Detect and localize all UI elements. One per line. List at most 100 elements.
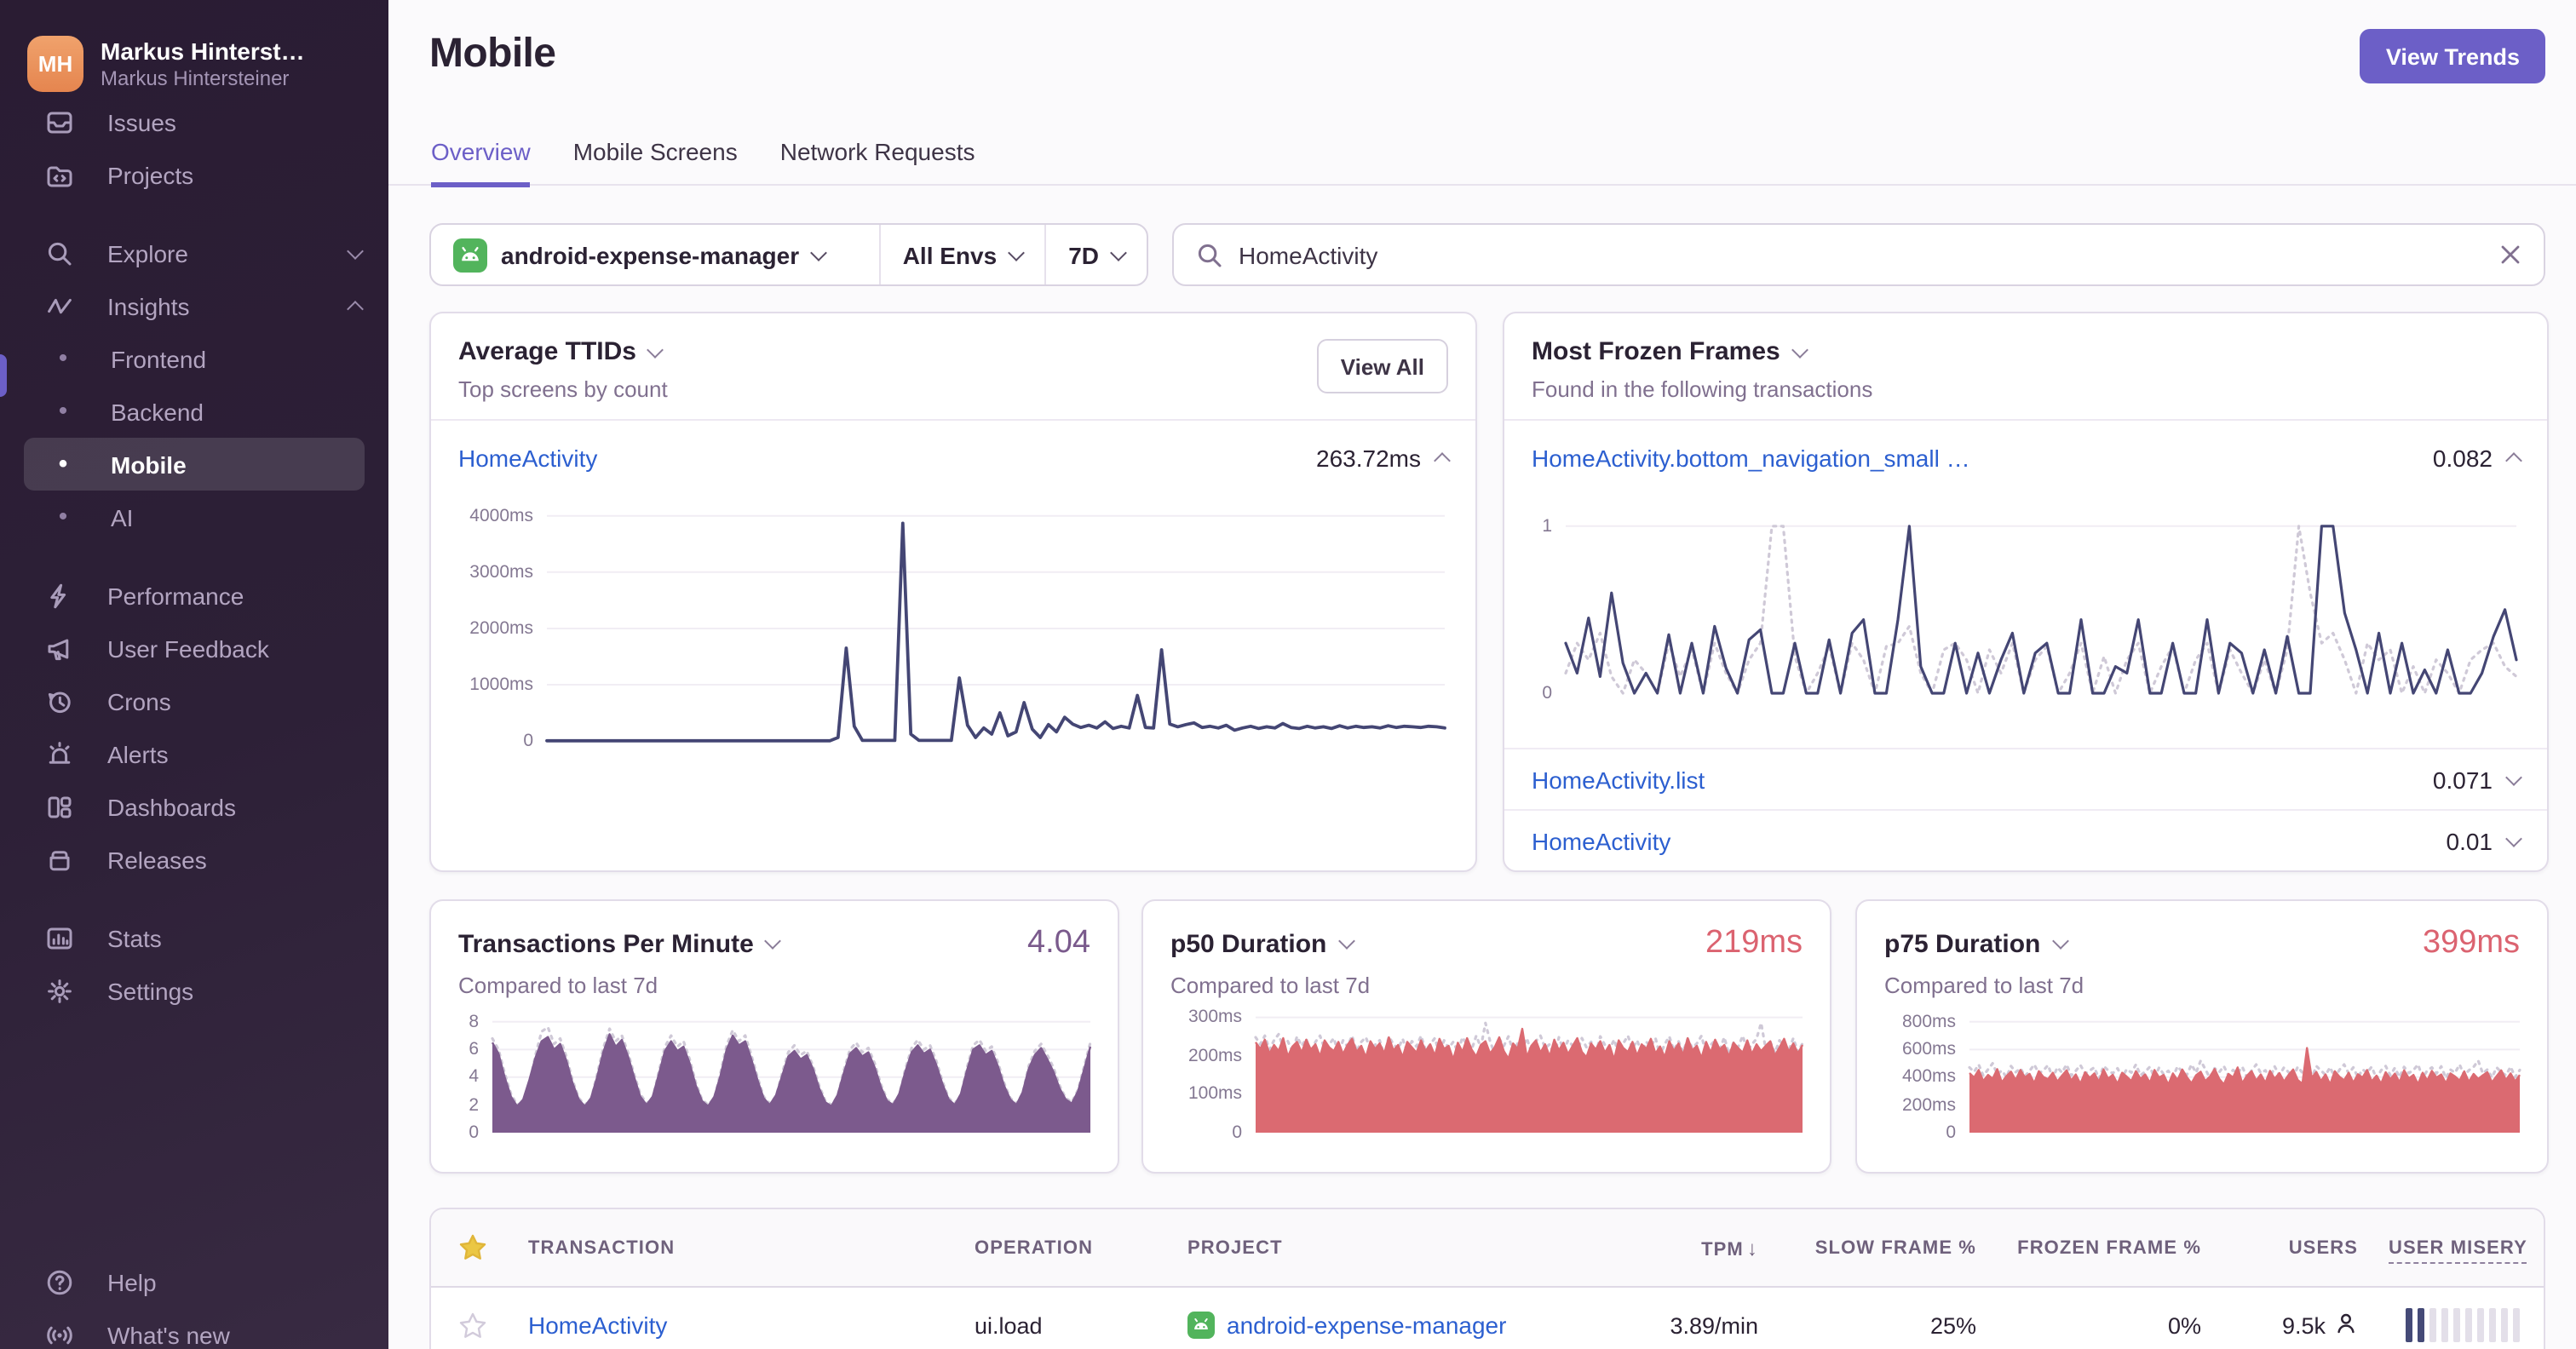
project-filter[interactable]: android-expense-manager [431, 225, 879, 284]
misery-bar [2429, 1308, 2436, 1342]
clear-search-icon[interactable] [2499, 244, 2521, 266]
card-title: p50 Duration [1170, 929, 1327, 958]
project-filter-value: android-expense-manager [501, 241, 800, 268]
chevron-down-icon[interactable] [1337, 933, 1355, 950]
misery-bar [2513, 1308, 2520, 1342]
sidebar-item-settings[interactable]: Settings [0, 964, 388, 1017]
chevron-down-icon[interactable] [2505, 829, 2522, 847]
card-subtitle: Compared to last 7d [1170, 973, 1371, 998]
card-title: Transactions Per Minute [458, 929, 754, 958]
search-input[interactable]: HomeActivity [1172, 223, 2545, 286]
metric-value: 263.72ms [1316, 445, 1421, 472]
transaction-link[interactable]: HomeActivity.bottom_navigation_small … [1532, 445, 1970, 472]
misery-bar [2441, 1308, 2448, 1342]
metric-value: 219ms [1705, 925, 1803, 961]
crons-icon [44, 686, 75, 716]
chevron-down-icon[interactable] [647, 341, 664, 358]
accordion-row[interactable]: HomeActivity 263.72ms [431, 421, 1475, 496]
chevron-down-icon [810, 244, 828, 261]
column-header-tpm[interactable]: TPM ↓ [1629, 1236, 1774, 1260]
sentry-app: MH Markus Hinterst… Markus Hintersteiner… [0, 0, 2576, 1349]
transaction-link[interactable]: HomeActivity [1532, 827, 1670, 854]
view-trends-button[interactable]: View Trends [2360, 29, 2545, 83]
sidebar-item-dashboards[interactable]: Dashboards [0, 780, 388, 833]
chevron-up-icon[interactable] [2505, 452, 2522, 469]
accordion-row[interactable]: HomeActivity.list 0.071 [1504, 748, 2547, 809]
column-header-project[interactable]: PROJECT [1172, 1237, 1629, 1258]
y-tick-label: 200ms [1187, 1045, 1242, 1066]
bullet-icon: • [58, 344, 68, 373]
chevron-down-icon[interactable] [2505, 768, 2522, 785]
environment-filter[interactable]: All Envs [881, 225, 1045, 284]
android-project-icon [1187, 1312, 1215, 1339]
chevron-down-icon[interactable] [2051, 933, 2069, 950]
sidebar-item-ai[interactable]: • AI [0, 491, 388, 543]
settings-icon [44, 975, 75, 1006]
chevron-down-icon[interactable] [1791, 341, 1808, 358]
sidebar-item-explore[interactable]: Explore [0, 227, 388, 279]
sidebar-item-label: Frontend [111, 345, 207, 372]
sidebar-item-mobile[interactable]: • Mobile [24, 438, 365, 491]
frozen-frame-cell: 0% [2167, 1312, 2201, 1338]
column-header-transaction[interactable]: TRANSACTION [513, 1237, 959, 1258]
y-tick-label: 1000ms [469, 674, 533, 695]
card-title: p75 Duration [1884, 929, 2041, 958]
help-icon [44, 1266, 75, 1297]
card-title: Average TTIDs [458, 337, 636, 366]
sidebar-item-issues[interactable]: Issues [0, 95, 388, 148]
y-tick-label: 6 [469, 1039, 479, 1060]
y-tick-label: 0 [523, 731, 533, 751]
transaction-link[interactable]: HomeActivity.list [1532, 766, 1705, 793]
misery-bar [2465, 1308, 2472, 1342]
column-header-slow-frame-[interactable]: SLOW FRAME % [1774, 1237, 1992, 1258]
transaction-link[interactable]: HomeActivity [528, 1312, 667, 1339]
sidebar-item-backend[interactable]: • Backend [0, 385, 388, 438]
sidebar-item-what-s-new[interactable]: What's new [0, 1308, 388, 1349]
y-tick-label: 0 [469, 1122, 479, 1143]
alerts-icon [44, 738, 75, 769]
sidebar-item-stats[interactable]: Stats [0, 911, 388, 964]
search-value: HomeActivity [1239, 241, 1378, 268]
ttid-chart: 4000ms 3000ms 2000ms 1000ms 0 [431, 499, 1475, 751]
table-row: HomeActivity ui.load android-expense-man… [431, 1288, 2544, 1349]
sidebar-footer: Help What's new [0, 1255, 388, 1349]
sidebar-item-crons[interactable]: Crons [0, 674, 388, 727]
transaction-link[interactable]: HomeActivity [458, 445, 597, 472]
metric-value: 0.082 [2432, 445, 2493, 472]
y-axis-labels: 300ms 200ms 100ms 0 [1170, 1007, 1242, 1143]
sidebar-item-alerts[interactable]: Alerts [0, 727, 388, 780]
sidebar-item-performance[interactable]: Performance [0, 569, 388, 622]
favorite-star-icon[interactable] [431, 1233, 513, 1262]
project-link[interactable]: android-expense-manager [1227, 1312, 1506, 1339]
sidebar-item-label: Stats [107, 924, 162, 951]
chevron-up-icon[interactable] [1434, 452, 1451, 469]
p75-duration-card: p75 Duration 399ms Compared to last 7d 8… [1855, 899, 2549, 1174]
sidebar-item-frontend[interactable]: • Frontend [0, 332, 388, 385]
sidebar-item-user-feedback[interactable]: User Feedback [0, 622, 388, 674]
org-switcher[interactable]: MH Markus Hinterst… Markus Hintersteiner [0, 0, 388, 104]
chevron-down-icon[interactable] [764, 933, 782, 950]
column-header-operation[interactable]: OPERATION [959, 1237, 1172, 1258]
favorite-star-icon[interactable] [431, 1311, 513, 1340]
y-tick-label: 600ms [1901, 1039, 1956, 1060]
chevron-down-icon [1110, 244, 1127, 261]
misery-bar [2406, 1308, 2412, 1342]
accordion-row[interactable]: HomeActivity 0.01 [1504, 809, 2547, 870]
sidebar-item-releases[interactable]: Releases [0, 833, 388, 886]
p50-duration-card: p50 Duration 219ms Compared to last 7d 3… [1141, 899, 1831, 1174]
column-header-users[interactable]: USERS [2217, 1237, 2373, 1258]
view-all-button[interactable]: View All [1316, 339, 1448, 393]
sidebar-item-help[interactable]: Help [0, 1255, 388, 1308]
table-header: TRANSACTION OPERATION PROJECT TPM ↓ SLOW FRAM… [431, 1209, 2544, 1288]
accordion-row[interactable]: HomeActivity.bottom_navigation_small … 0… [1504, 421, 2547, 496]
date-range-filter[interactable]: 7D [1046, 225, 1147, 284]
tab-overview[interactable]: Overview [431, 138, 531, 187]
sidebar-item-label: User Feedback [107, 634, 269, 662]
sidebar-item-insights[interactable]: Insights [0, 279, 388, 332]
tab-network-requests[interactable]: Network Requests [780, 138, 975, 187]
tab-mobile-screens[interactable]: Mobile Screens [573, 138, 738, 187]
column-header-frozen-frame-[interactable]: FROZEN FRAME % [1992, 1237, 2217, 1258]
column-header-user-misery[interactable]: USER MISERY [2373, 1237, 2544, 1263]
sidebar-item-projects[interactable]: Projects [0, 148, 388, 201]
sidebar-item-label: Settings [107, 977, 194, 1004]
